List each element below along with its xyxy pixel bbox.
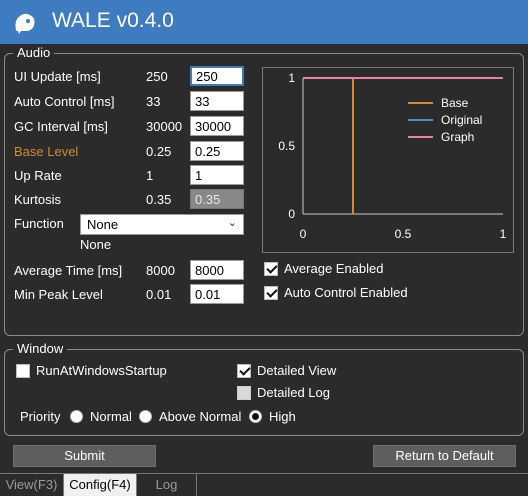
y-tick-label: 1 [288,71,295,85]
average-time-value: 8000 [146,263,175,278]
y-tick-label: 0 [288,207,295,221]
function-select[interactable]: None ⌄ [80,214,244,235]
up-rate-label: Up Rate [14,168,62,183]
kurtosis-value: 0.35 [146,192,172,207]
average-enabled-checkbox[interactable] [264,262,278,276]
run-at-startup-label: RunAtWindowsStartup [36,363,167,378]
kurtosis-input [190,189,244,209]
detailed-view-checkbox[interactable] [237,364,251,378]
average-time-label: Average Time [ms] [14,263,123,278]
chevron-down-icon: ⌄ [227,217,237,229]
up-rate-input[interactable] [190,165,244,185]
priority-above-normal-label: Above Normal [159,409,242,424]
auto-control-enabled-checkbox[interactable] [264,286,278,300]
ui-update-value: 250 [146,69,168,84]
detailed-log-checkbox[interactable] [237,386,251,400]
base-level-input[interactable] [190,141,244,161]
auto-control-value: 33 [146,94,161,109]
priority-high-radio[interactable] [249,410,262,423]
detailed-log-label: Detailed Log [257,385,330,400]
auto-control-input[interactable] [190,91,244,111]
legend-label-base: Base [441,96,469,110]
up-rate-value: 1 [146,168,154,183]
legend-label-graph: Graph [441,130,474,144]
function-label: Function [14,216,64,231]
average-enabled-label: Average Enabled [284,261,384,276]
auto-control-enabled-label: Auto Control Enabled [284,285,408,300]
tab-bar: View(F3) Config(F4) Log [0,473,528,496]
y-tick-label: 0.5 [278,139,295,153]
ui-update-label: UI Update [ms] [14,69,101,84]
x-tick-label: 0 [300,227,307,241]
gc-interval-value: 30000 [146,119,183,134]
function-value: None [80,237,112,252]
base-level-value: 0.25 [146,144,172,159]
function-selected-text: None [87,217,119,232]
app-logo-icon [15,13,35,34]
tab-log[interactable]: Log [137,474,197,496]
tab-config[interactable]: Config(F4) [64,474,137,496]
run-at-startup-checkbox[interactable] [16,364,30,378]
detailed-view-label: Detailed View [257,363,337,378]
title-bar: WALE v0.4.0 [0,0,528,44]
audio-group-label: Audio [13,45,55,60]
legend-label-original: Original [441,113,482,127]
submit-button[interactable]: Submit [13,445,156,467]
x-tick-label: 0.5 [395,227,412,241]
gc-interval-input[interactable] [190,116,244,136]
ui-update-input[interactable] [190,66,244,86]
base-level-label: Base Level [14,144,79,159]
min-peak-value: 0.01 [146,287,172,302]
app-title: WALE v0.4.0 [52,9,174,32]
min-peak-label: Min Peak Level [14,287,103,302]
average-time-input[interactable] [190,260,244,280]
auto-control-label: Auto Control [ms] [14,94,115,109]
x-tick-label: 1 [500,227,507,241]
priority-label: Priority [20,409,61,424]
return-to-default-button[interactable]: Return to Default [373,445,516,467]
priority-above-normal-radio[interactable] [139,410,152,423]
priority-high-label: High [269,409,296,424]
kurtosis-label: Kurtosis [14,192,61,207]
tab-view[interactable]: View(F3) [0,474,64,496]
priority-normal-label: Normal [90,409,132,424]
chart-svg: 0 0.5 1 0 0.5 1 Base Original Graph [278,71,507,241]
min-peak-input[interactable] [190,284,244,304]
gc-interval-label: GC Interval [ms] [14,119,108,134]
window-group-label: Window [13,341,68,356]
priority-normal-radio[interactable] [70,410,83,423]
level-chart: 0 0.5 1 0 0.5 1 Base Original Graph [262,67,514,253]
